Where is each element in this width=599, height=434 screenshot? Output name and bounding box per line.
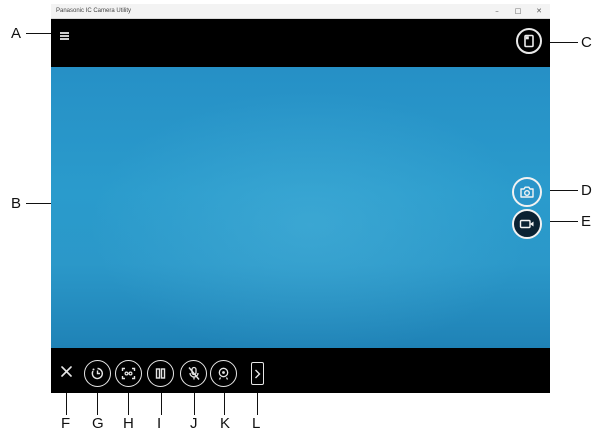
callout-h: H [123, 415, 134, 432]
self-timer-button[interactable] [84, 360, 111, 387]
focus-frame-button[interactable] [115, 360, 142, 387]
hamburger-menu-icon[interactable] [60, 32, 69, 40]
maximize-button[interactable]: □ [509, 5, 527, 17]
callout-l: L [252, 415, 261, 432]
self-timer-icon [91, 367, 104, 380]
settings-panel-button[interactable] [516, 28, 542, 54]
callout-d: D [581, 182, 592, 199]
top-bar [51, 19, 550, 67]
camera-icon [520, 186, 534, 198]
window-close-button[interactable]: ✕ [530, 5, 548, 17]
callout-e: E [581, 213, 592, 230]
app-window: Panasonic IC Camera Utility – □ ✕ [51, 4, 550, 393]
video-record-icon [519, 219, 534, 229]
expand-toolbar-button[interactable] [251, 362, 264, 385]
title-bar[interactable]: Panasonic IC Camera Utility – □ ✕ [51, 4, 550, 19]
pause-icon [155, 368, 166, 379]
callout-k: K [220, 415, 231, 432]
pause-button[interactable] [147, 360, 174, 387]
callout-j: J [190, 415, 198, 432]
microphone-muted-icon [187, 366, 200, 380]
photo-capture-button[interactable] [512, 177, 542, 207]
callout-b: B [11, 195, 22, 212]
effects-icon [218, 367, 229, 380]
bottom-toolbar [51, 348, 550, 393]
microphone-mute-button[interactable] [180, 360, 207, 387]
settings-panel-icon [524, 34, 534, 48]
chevron-right-icon [255, 369, 261, 378]
callout-g: G [92, 415, 104, 432]
focus-frame-icon [121, 367, 136, 380]
callout-a: A [11, 25, 22, 42]
effects-button[interactable] [210, 360, 237, 387]
callout-c: C [581, 34, 592, 51]
close-icon [60, 365, 72, 377]
callout-f: F [61, 415, 71, 432]
minimize-button[interactable]: – [488, 5, 506, 17]
video-record-button[interactable] [512, 209, 542, 239]
close-toolbar-button[interactable] [59, 364, 73, 378]
camera-preview[interactable] [51, 67, 550, 348]
callout-i: I [157, 415, 162, 432]
window-title: Panasonic IC Camera Utility [56, 8, 132, 14]
